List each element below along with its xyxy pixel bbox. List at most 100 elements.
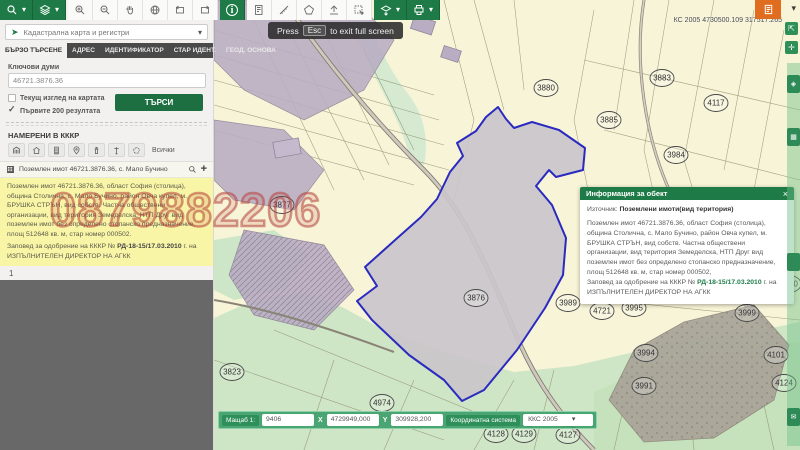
checkbox-first-200-results[interactable]: Първите 200 резултата (8, 107, 115, 115)
popup-body: Източник: Поземлени имоти(вид територия)… (580, 200, 794, 304)
popup-order-line: Заповед за одобрение на КККР № РД-18-15/… (587, 278, 787, 298)
strip-tool-button[interactable]: ▦ (787, 128, 800, 146)
strip-tool-button[interactable]: ✉ (787, 408, 800, 426)
parcel-label: 3880 (534, 80, 558, 97)
tab-identifier[interactable]: ИДЕНТИФИКАТОР (100, 43, 169, 58)
search-tabs: БЪРЗО ТЪРСЕНЕ АДРЕС ИДЕНТИФИКАТОР СТАР И… (0, 43, 213, 58)
print-button[interactable]: ▾ (407, 0, 440, 20)
svg-text:4127: 4127 (559, 431, 577, 440)
geodesy-point-icon[interactable] (108, 143, 125, 157)
zoom-out-button[interactable] (93, 0, 118, 20)
popup-header: Информация за обект × (580, 187, 794, 200)
draw-polygon-button[interactable] (297, 0, 322, 20)
result-item-title: Поземлен имот 46721.3876.36, с. Мало Буч… (19, 166, 184, 173)
identify-button[interactable]: i (220, 0, 245, 20)
parcel-label: 3885 (597, 112, 621, 129)
parcel-label: 3883 (650, 70, 674, 87)
x-coordinate-input[interactable]: 4729949,000 (327, 414, 379, 426)
tab-quick-search[interactable]: БЪРЗО ТЪРСЕНЕ (0, 43, 67, 58)
previous-extent-button[interactable] (168, 0, 193, 20)
zoom-to-result-icon[interactable] (188, 165, 197, 174)
zoom-in-icon (74, 4, 86, 16)
zoom-in-button[interactable] (68, 0, 93, 20)
divider (6, 125, 207, 126)
keywords-input[interactable] (8, 73, 206, 88)
search-tool-button[interactable]: ▾ (0, 0, 33, 20)
chevron-down-icon: ▾ (55, 6, 59, 14)
pan-hand-icon (124, 4, 136, 16)
list-panel-icon (763, 4, 774, 15)
hydrant-icon[interactable] (88, 143, 105, 157)
svg-text:3999: 3999 (738, 309, 756, 318)
point-icon[interactable] (68, 143, 85, 157)
chevron-down-icon: ▾ (198, 28, 202, 37)
page-number[interactable]: 1 (9, 269, 13, 278)
bookmark-button[interactable] (247, 0, 272, 20)
fullscreen-exit-tooltip: Press Esc to exit full screen (268, 22, 403, 39)
service-selector-label: Кадастрална карта и регистри (24, 28, 193, 37)
result-item-header[interactable]: Поземлен имот 46721.3876.36, с. Мало Буч… (0, 161, 213, 178)
svg-text:3991: 3991 (635, 382, 653, 391)
checkbox-icon (8, 94, 16, 102)
service-selector[interactable]: ➤ Кадастрална карта и регистри ▾ (5, 24, 208, 40)
result-item-details: Поземлен имот 46721.3876.36, област Софи… (0, 178, 213, 266)
buildings-icon[interactable] (28, 143, 45, 157)
kais-cadastre-app: 3877387638803883411738853984390841003995… (0, 0, 800, 450)
floors-icon[interactable] (48, 143, 65, 157)
y-coordinate-input[interactable]: 309928,200 (391, 414, 443, 426)
chevron-down-icon: ▾ (396, 6, 400, 14)
draw-polygon-icon (303, 4, 315, 16)
esc-key-badge: Esc (303, 25, 326, 36)
popup-source-line: Източник: Поземлени имоти(вид територия) (587, 205, 787, 215)
tab-geodetic-basis[interactable]: ГЕОД. ОСНОВА (221, 43, 281, 58)
scale-input[interactable]: 9406 (262, 414, 314, 426)
full-extent-button[interactable] (143, 0, 168, 20)
result-description: Поземлен имот 46721.3876.36, област Софи… (7, 182, 206, 239)
map-toolbar: ▾ ▾ i (0, 0, 440, 20)
layers-export-icon (380, 4, 392, 16)
add-to-selection-icon[interactable]: + (201, 164, 207, 175)
right-tool-strip: ◈ ▦ ✉ (787, 63, 800, 446)
popup-description: Поземлен имот 46721.3876.36, област Софи… (587, 219, 787, 278)
strip-tool-button[interactable] (787, 253, 800, 271)
select-area-button[interactable] (347, 0, 372, 20)
search-submit-button[interactable]: ТЪРСИ (115, 94, 203, 111)
zones-icon[interactable] (128, 143, 145, 157)
object-info-popup: Информация за обект × Източник: Поземлен… (580, 187, 794, 304)
feedback-panel-button[interactable] (755, 0, 781, 19)
y-label: Y (382, 417, 389, 424)
upload-button[interactable] (322, 0, 347, 20)
collapse-panel-chevron[interactable]: ▾ (791, 3, 796, 14)
crs-select[interactable]: ККС 2005 ▾ (523, 414, 593, 426)
bookmark-note-icon (253, 4, 265, 16)
strip-tool-button[interactable]: ◈ (787, 75, 800, 93)
export-layers-button[interactable]: ▾ (374, 0, 407, 20)
layers-tool-button[interactable]: ▾ (33, 0, 66, 20)
svg-text:3994: 3994 (637, 349, 655, 358)
svg-text:3995: 3995 (625, 304, 643, 313)
parcels-icon[interactable] (8, 143, 25, 157)
globe-extent-icon (149, 4, 161, 16)
parcel-label: 3989 (556, 295, 580, 312)
checkbox-label: Текущ изглед на картата (20, 95, 105, 102)
tab-address[interactable]: АДРЕС (67, 43, 100, 58)
svg-text:4129: 4129 (515, 430, 533, 439)
measure-button[interactable] (272, 0, 297, 20)
locate-button[interactable]: ✛ (785, 41, 798, 54)
pan-button[interactable] (118, 0, 143, 20)
map-status-bar: Мащаб 1: 9406 X 4729949,000 Y 309928,200… (218, 411, 597, 429)
fullscreen-toggle-button[interactable]: ⇱ (785, 22, 798, 35)
parcel-label: 3991 (632, 378, 656, 395)
search-icon (6, 4, 18, 16)
chevron-down-icon: ▾ (572, 415, 576, 425)
svg-text:3880: 3880 (537, 84, 555, 93)
next-extent-button[interactable] (193, 0, 218, 20)
tab-old-identifier[interactable]: СТАР ИДЕНТ. (169, 43, 221, 58)
filter-all-link[interactable]: Всички (152, 147, 175, 154)
zoom-out-icon (99, 4, 111, 16)
checkbox-current-map-view[interactable]: Текущ изглед на картата (8, 94, 115, 102)
checkbox-label: Първите 200 резултата (20, 108, 100, 115)
search-sidebar: ➤ Кадастрална карта и регистри ▾ БЪРЗО Т… (0, 20, 214, 450)
select-area-icon (353, 4, 365, 16)
print-icon (413, 4, 425, 16)
